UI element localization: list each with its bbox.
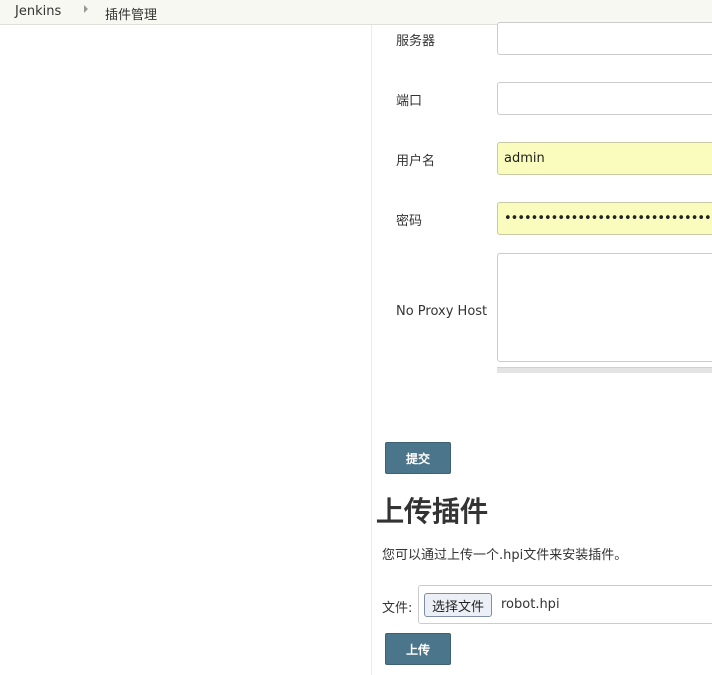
breadcrumb-plugin-manager-link[interactable]: 插件管理 xyxy=(105,4,157,23)
file-label: 文件: xyxy=(382,601,413,616)
choose-file-button[interactable]: 选择文件 xyxy=(424,593,493,617)
breadcrumb-separator-icon xyxy=(84,5,88,13)
server-label: 服务器 xyxy=(396,34,436,49)
upload-button[interactable]: 上传 xyxy=(385,633,451,665)
server-input[interactable] xyxy=(497,22,712,55)
no-proxy-host-label: No Proxy Host xyxy=(396,304,488,319)
no-proxy-host-textarea[interactable] xyxy=(497,253,712,362)
password-input[interactable] xyxy=(497,202,712,235)
port-label: 端口 xyxy=(396,94,423,109)
username-input[interactable] xyxy=(497,142,712,175)
textarea-resize-handle[interactable] xyxy=(497,367,712,373)
port-input[interactable] xyxy=(497,82,712,115)
submit-button[interactable]: 提交 xyxy=(385,442,451,474)
upload-description: 您可以通过上传一个.hpi文件来安装插件。 xyxy=(382,548,628,563)
password-label: 密码 xyxy=(396,214,423,229)
username-label: 用户名 xyxy=(396,154,436,169)
breadcrumb-jenkins-link[interactable]: Jenkins xyxy=(15,4,61,19)
side-panel-divider xyxy=(371,25,372,675)
selected-file-name: robot.hpi xyxy=(501,597,560,612)
upload-plugin-title: 上传插件 xyxy=(376,495,489,528)
